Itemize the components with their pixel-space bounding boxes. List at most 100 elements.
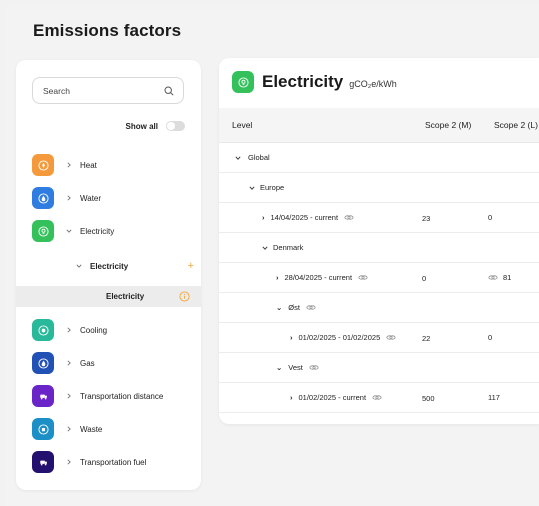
table-header: Level Scope 2 (M) Scope 2 (L) bbox=[219, 108, 539, 143]
row-label: Denmark bbox=[273, 243, 304, 252]
chevron-right-icon[interactable] bbox=[66, 327, 72, 333]
search-box[interactable] bbox=[32, 77, 184, 104]
chevron-down-icon[interactable] bbox=[262, 245, 268, 251]
scope2-l-text: 0 bbox=[488, 213, 493, 222]
show-all-control: Show all bbox=[126, 121, 185, 131]
scope2-l-value: 0 bbox=[488, 333, 492, 342]
link-icon bbox=[488, 275, 498, 280]
chevron-down-icon[interactable] bbox=[76, 263, 82, 269]
chevron-right-icon[interactable]: › bbox=[290, 333, 293, 342]
table-row-period[interactable]: › 14/04/2025 - current 23 0 bbox=[219, 203, 539, 233]
sub-item-label: Electricity bbox=[90, 261, 129, 271]
sub-item-electricity[interactable]: Electricity + bbox=[76, 259, 194, 273]
gas-flame-icon bbox=[32, 352, 54, 374]
table-row-period[interactable]: › 28/04/2025 - current 0 81 bbox=[219, 263, 539, 293]
chevron-down-icon[interactable] bbox=[235, 155, 241, 161]
table-row-vest[interactable]: ⌄ Vest bbox=[219, 353, 539, 383]
search-input[interactable] bbox=[43, 85, 164, 96]
category-sidebar: Show all Heat Water Electricity Electric… bbox=[16, 60, 201, 490]
table-row-ost[interactable]: ⌄ Øst bbox=[219, 293, 539, 323]
water-drop-icon bbox=[32, 187, 54, 209]
row-level: › 28/04/2025 - current bbox=[276, 273, 368, 282]
selected-item-electricity[interactable]: Electricity bbox=[16, 286, 201, 307]
chevron-right-icon[interactable] bbox=[66, 393, 72, 399]
row-level: ⌄ Vest bbox=[276, 363, 319, 372]
category-label: Transportation fuel bbox=[80, 457, 147, 467]
category-waste[interactable]: Waste bbox=[32, 418, 192, 440]
category-label: Cooling bbox=[80, 325, 108, 335]
link-icon bbox=[372, 395, 382, 400]
show-all-toggle[interactable] bbox=[166, 121, 185, 131]
show-all-label: Show all bbox=[125, 121, 158, 131]
table-row-period[interactable]: › 01/02/2025 - 01/02/2025 22 0 bbox=[219, 323, 539, 353]
link-icon bbox=[309, 365, 319, 370]
chevron-down-icon[interactable]: ⌄ bbox=[276, 363, 282, 372]
scope2-m-value: 0 bbox=[422, 274, 427, 283]
heat-icon bbox=[32, 154, 54, 176]
panel-title: Electricity bbox=[262, 72, 344, 91]
row-level: › 01/02/2025 - 01/02/2025 bbox=[290, 333, 396, 342]
scope2-m-value: 23 bbox=[422, 214, 431, 223]
row-label: 14/04/2025 - current bbox=[270, 213, 339, 222]
transport-fuel-icon bbox=[32, 451, 54, 473]
lightbulb-icon bbox=[32, 220, 54, 242]
scope2-l-value: 0 bbox=[488, 213, 492, 222]
chevron-right-icon[interactable]: › bbox=[276, 273, 279, 282]
category-electricity[interactable]: Electricity bbox=[32, 220, 192, 242]
table-row-denmark[interactable]: Denmark bbox=[219, 233, 539, 263]
row-label: Europe bbox=[260, 183, 285, 192]
row-level: Global bbox=[235, 153, 270, 162]
category-label: Transportation distance bbox=[80, 391, 164, 401]
column-header-level[interactable]: Level bbox=[232, 120, 252, 130]
chevron-right-icon[interactable] bbox=[66, 162, 72, 168]
category-heat[interactable]: Heat bbox=[32, 154, 192, 176]
link-icon bbox=[306, 305, 316, 310]
scope2-l-value: 117 bbox=[488, 393, 500, 402]
chevron-right-icon[interactable] bbox=[66, 426, 72, 432]
row-label: 01/02/2025 - 01/02/2025 bbox=[298, 333, 381, 342]
scope2-m-value: 500 bbox=[422, 394, 435, 403]
lightbulb-icon bbox=[232, 71, 254, 93]
category-label: Electricity bbox=[80, 226, 115, 236]
chevron-right-icon[interactable]: › bbox=[262, 213, 265, 222]
category-label: Heat bbox=[80, 160, 97, 170]
column-header-scope2-m[interactable]: Scope 2 (M) bbox=[425, 120, 471, 130]
transport-icon bbox=[32, 385, 54, 407]
chevron-down-icon[interactable] bbox=[66, 228, 72, 234]
row-label: Global bbox=[248, 153, 270, 162]
row-label: 01/02/2025 - current bbox=[298, 393, 367, 402]
link-icon bbox=[344, 215, 354, 220]
scope2-l-value: 81 bbox=[488, 273, 511, 282]
waste-icon bbox=[32, 418, 54, 440]
chevron-down-icon[interactable] bbox=[249, 185, 255, 191]
category-transportation-fuel[interactable]: Transportation fuel bbox=[32, 451, 192, 473]
category-label: Waste bbox=[80, 424, 103, 434]
panel-header: Electricity gCO₂e/kWh bbox=[232, 71, 397, 93]
add-icon[interactable]: + bbox=[188, 259, 194, 273]
category-transportation-distance[interactable]: Transportation distance bbox=[32, 385, 192, 407]
selected-item-label: Electricity bbox=[106, 292, 145, 301]
row-level: › 01/02/2025 - current bbox=[290, 393, 382, 402]
info-icon[interactable] bbox=[179, 291, 190, 302]
chevron-down-icon[interactable]: ⌄ bbox=[276, 303, 282, 312]
category-cooling[interactable]: Cooling bbox=[32, 319, 192, 341]
table-row-europe[interactable]: Europe bbox=[219, 173, 539, 203]
search-icon[interactable] bbox=[164, 85, 174, 96]
table-row-global[interactable]: Global bbox=[219, 143, 539, 173]
category-gas[interactable]: Gas bbox=[32, 352, 192, 374]
chevron-right-icon[interactable] bbox=[66, 459, 72, 465]
scope2-l-text: 0 bbox=[488, 333, 493, 342]
link-icon bbox=[358, 275, 368, 280]
row-label: Øst bbox=[288, 303, 300, 312]
row-level: Europe bbox=[249, 183, 284, 192]
scope2-l-text: 117 bbox=[488, 393, 500, 402]
cooling-icon bbox=[32, 319, 54, 341]
row-level: › 14/04/2025 - current bbox=[262, 213, 354, 222]
column-header-scope2-l[interactable]: Scope 2 (L) bbox=[494, 120, 538, 130]
chevron-right-icon[interactable] bbox=[66, 195, 72, 201]
category-water[interactable]: Water bbox=[32, 187, 192, 209]
table-row-period[interactable]: › 01/02/2025 - current 500 117 bbox=[219, 383, 539, 413]
chevron-right-icon[interactable] bbox=[66, 360, 72, 366]
chevron-right-icon[interactable]: › bbox=[290, 393, 293, 402]
scope2-l-text: 81 bbox=[503, 273, 512, 282]
